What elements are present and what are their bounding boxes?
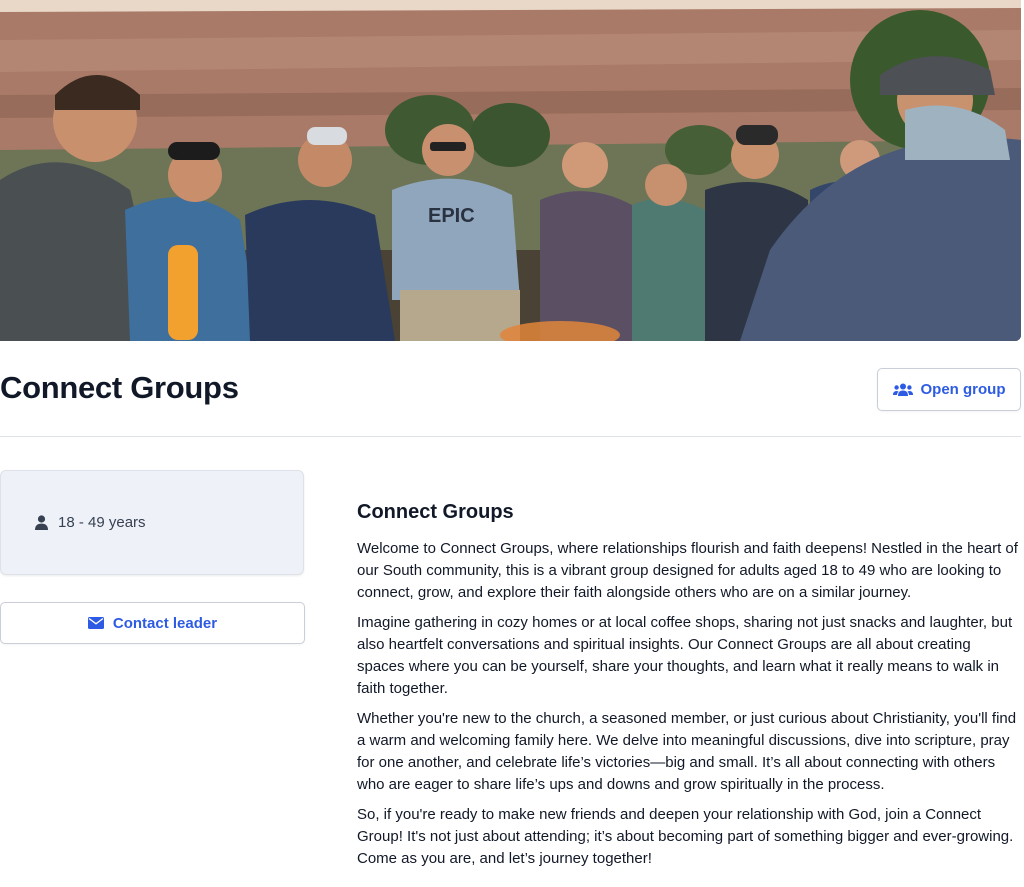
description-heading: Connect Groups (357, 501, 514, 523)
group-info-card: 18 - 49 years (0, 470, 304, 575)
description-paragraph-1: Welcome to Connect Groups, where relatio… (357, 540, 1018, 601)
users-icon (892, 383, 913, 396)
open-group-button[interactable]: Open group (877, 368, 1021, 411)
age-range-row: 18 - 49 years (35, 514, 146, 531)
divider (0, 436, 1021, 437)
open-group-label: Open group (920, 381, 1006, 398)
group-description: Connect Groups Welcome to Connect Groups… (357, 501, 1021, 878)
contact-leader-label: Contact leader (112, 614, 218, 632)
shirt-text: EPIC (428, 205, 475, 227)
age-range-text: 18 - 49 years (58, 514, 146, 531)
envelope-icon (87, 617, 104, 629)
person-icon (35, 515, 48, 530)
hero-image: EPIC (0, 0, 1021, 341)
description-paragraph-3: Whether you're new to the church, a seas… (357, 710, 1017, 793)
orange-bottle-icon (168, 245, 198, 340)
page-title: Connect Groups (0, 370, 239, 405)
description-paragraph-2: Imagine gathering in cozy homes or at lo… (357, 614, 1013, 697)
contact-leader-button[interactable]: Contact leader (0, 602, 305, 644)
description-paragraph-4: So, if you're ready to make new friends … (357, 806, 1014, 867)
hero-photo-illustration: EPIC (0, 0, 1021, 341)
